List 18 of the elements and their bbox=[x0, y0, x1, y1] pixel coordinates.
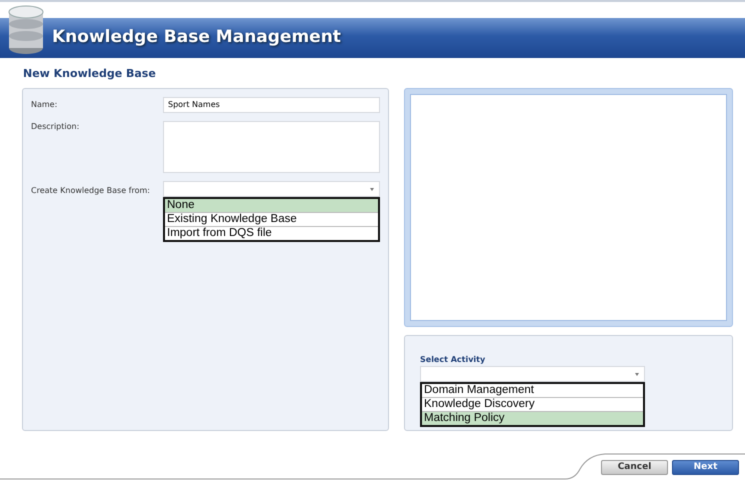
dropdown-option[interactable]: Import from DQS file bbox=[165, 226, 378, 240]
database-icon bbox=[8, 4, 44, 56]
dropdown-option[interactable]: Domain Management bbox=[422, 384, 643, 396]
field-label: Name: bbox=[31, 98, 58, 110]
section-title: New Knowledge Base bbox=[23, 66, 157, 82]
field-label: Create Knowledge Base from: bbox=[31, 184, 151, 197]
description-field[interactable] bbox=[163, 120, 380, 172]
dropdown-option[interactable]: Existing Knowledge Base bbox=[165, 212, 378, 226]
dropdown-option[interactable]: None bbox=[165, 198, 378, 212]
dropdown-option[interactable]: Matching Policy bbox=[422, 410, 643, 424]
source-dropdown[interactable] bbox=[163, 180, 380, 196]
field-label: Description: bbox=[31, 120, 80, 133]
activity-label: Select Activity bbox=[420, 354, 486, 366]
header-title: Knowledge Base Management bbox=[52, 26, 341, 50]
next-button[interactable]: Next bbox=[672, 460, 739, 474]
activity-dropdown[interactable] bbox=[420, 366, 645, 382]
cancel-button[interactable]: Cancel bbox=[601, 460, 668, 474]
name-field[interactable]: Sport Names bbox=[163, 96, 380, 112]
